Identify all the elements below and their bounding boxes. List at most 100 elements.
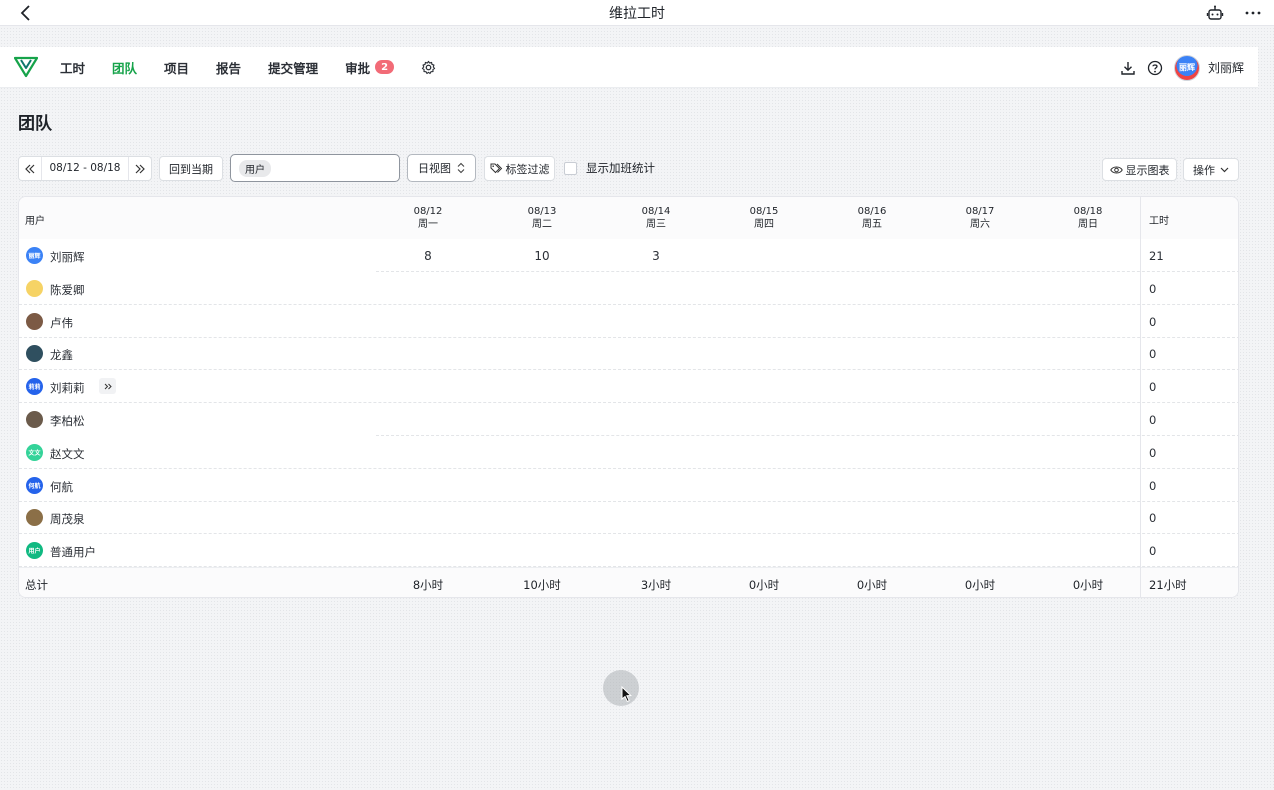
gear-icon	[421, 60, 436, 74]
double-chevron-right-icon	[135, 164, 145, 173]
day-date: 08/17	[965, 206, 995, 217]
table-footer: 总计 8小时 10小时 3小时 0小时 0小时 0小时 0小时 21小时	[19, 567, 1238, 597]
day-weekday: 周二	[532, 219, 552, 230]
nav-item-label: 团队	[112, 60, 138, 76]
download-icon	[1121, 61, 1135, 75]
logo-icon	[14, 56, 38, 78]
day-weekday: 周日	[1078, 219, 1098, 230]
table-row[interactable]: 卢伟 0	[19, 305, 1238, 338]
user-name-cell[interactable]: 陈爱卿	[50, 282, 85, 298]
chevron-up-down-icon	[457, 162, 465, 174]
next-period-button[interactable]	[129, 157, 151, 180]
user-name-cell[interactable]: 刘莉莉	[50, 380, 85, 396]
user-avatar-small	[26, 312, 43, 330]
back-to-current-button[interactable]: 回到当期	[159, 156, 223, 181]
user-avatar-small: 文文	[26, 443, 43, 461]
day-date: 08/15	[749, 206, 779, 217]
double-chevron-right-icon	[104, 383, 112, 390]
view-select[interactable]: 日视图	[407, 154, 476, 182]
nav-item-label: 审批	[345, 60, 371, 76]
hours-cell[interactable]: 8	[374, 249, 482, 263]
overtime-checkbox[interactable]	[564, 161, 577, 175]
table-row[interactable]: 李柏松 0	[19, 403, 1238, 436]
user-avatar-small	[26, 345, 43, 363]
prev-period-button[interactable]	[19, 157, 41, 180]
nav-item-submissions[interactable]: 提交管理	[268, 47, 318, 88]
table-row[interactable]: 用户 普通用户 0	[19, 534, 1238, 568]
table-row[interactable]: 丽辉 刘丽辉 8 10 3 21	[19, 239, 1238, 272]
team-timesheet-table: 用户 08/12 周一 08/13 周二 08/14 周三 08/15 周四 08/16…	[18, 196, 1239, 598]
action-menu-label: 操作	[1193, 163, 1215, 177]
day-date: 08/14	[641, 206, 671, 217]
footer-day-total: 0小时	[964, 578, 996, 592]
user-name-cell[interactable]: 龙鑫	[50, 347, 73, 363]
filter-tag-user[interactable]: 用户	[239, 159, 271, 177]
overtime-toggle[interactable]: 显示加班统计	[564, 160, 655, 176]
day-weekday: 周三	[646, 219, 666, 230]
user-name-cell[interactable]: 刘丽辉	[50, 249, 85, 265]
nav-item-worktime[interactable]: 工时	[60, 47, 85, 88]
table-header: 用户 08/12 周一 08/13 周二 08/14 周三 08/15 周四 08/16…	[19, 197, 1238, 239]
user-name-cell[interactable]: 赵文文	[50, 446, 85, 462]
user-name-cell[interactable]: 卢伟	[50, 315, 73, 331]
nav-item-label: 报告	[216, 60, 242, 76]
help-icon	[1147, 60, 1163, 75]
robot-button[interactable]	[1204, 2, 1226, 24]
nav-item-label: 提交管理	[268, 60, 319, 76]
table-row[interactable]: 龙鑫 0	[19, 337, 1238, 371]
row-total-cell: 0	[1149, 413, 1157, 427]
nav-item-team[interactable]: 团队	[112, 47, 137, 88]
table-row[interactable]: 陈爱卿 0	[19, 272, 1238, 305]
table-row[interactable]: 莉莉 刘莉莉 0	[19, 370, 1238, 404]
day-date: 08/18	[1073, 206, 1103, 217]
table-row[interactable]: 文文 赵文文 0	[19, 436, 1238, 469]
footer-day-total: 8小时	[412, 578, 444, 592]
day-date: 08/12	[413, 206, 443, 217]
user-name-cell[interactable]: 普通用户	[50, 544, 96, 560]
back-button[interactable]	[14, 0, 38, 26]
user-name-cell[interactable]: 何航	[50, 479, 73, 495]
action-menu-button[interactable]: 操作	[1183, 158, 1239, 181]
user-avatar-small: 丽辉	[26, 247, 43, 264]
date-range-label[interactable]: 08/12 - 08/18	[41, 157, 129, 180]
nav-item-reports[interactable]: 报告	[216, 47, 241, 88]
download-button[interactable]	[1118, 58, 1138, 78]
user-avatar-small: 莉莉	[26, 378, 43, 396]
hours-cell[interactable]: 3	[602, 249, 710, 263]
filter-input[interactable]: 用户	[230, 154, 400, 182]
more-button[interactable]	[1242, 2, 1264, 24]
hours-cell[interactable]: 10	[488, 249, 596, 263]
user-name-cell[interactable]: 李柏松	[50, 413, 85, 429]
row-total-cell: 21	[1149, 249, 1164, 263]
table-row[interactable]: 周茂泉 0	[19, 501, 1238, 535]
day-header: 08/17 周六	[926, 205, 1034, 231]
show-chart-button[interactable]: 显示图表	[1102, 158, 1177, 181]
settings-button[interactable]	[421, 60, 436, 75]
help-button[interactable]	[1145, 58, 1165, 78]
user-avatar-small	[26, 509, 43, 527]
window-titlebar: 维拉工时	[0, 0, 1274, 26]
app-logo[interactable]	[14, 55, 38, 79]
tag-filter-button[interactable]: 标签过滤	[484, 156, 555, 181]
user-avatar-small: 用户	[26, 542, 43, 560]
page-title: 团队	[18, 114, 52, 134]
user-avatar-small: 何航	[26, 476, 43, 494]
day-weekday: 周五	[862, 219, 882, 230]
show-chart-label: 显示图表	[1125, 163, 1170, 177]
table-row[interactable]: 何航 何航 0	[19, 469, 1238, 502]
chevron-left-icon	[20, 5, 30, 21]
nav-item-approvals[interactable]: 审批 2	[345, 47, 395, 88]
user-avatar-small	[26, 279, 43, 297]
user-avatar[interactable]: 丽辉	[1173, 54, 1200, 81]
day-weekday: 周四	[754, 219, 774, 230]
nav-item-label: 项目	[164, 60, 190, 76]
nav-item-projects[interactable]: 项目	[164, 47, 189, 88]
day-header: 08/13 周二	[488, 205, 596, 231]
expand-row-button[interactable]	[99, 378, 116, 395]
nav-item-label: 工时	[60, 60, 86, 76]
user-name[interactable]: 刘丽辉	[1208, 59, 1244, 76]
row-total-cell: 0	[1149, 478, 1157, 493]
robot-icon	[1206, 5, 1224, 20]
back-to-current-label: 回到当期	[169, 162, 213, 176]
user-name-cell[interactable]: 周茂泉	[50, 511, 85, 527]
